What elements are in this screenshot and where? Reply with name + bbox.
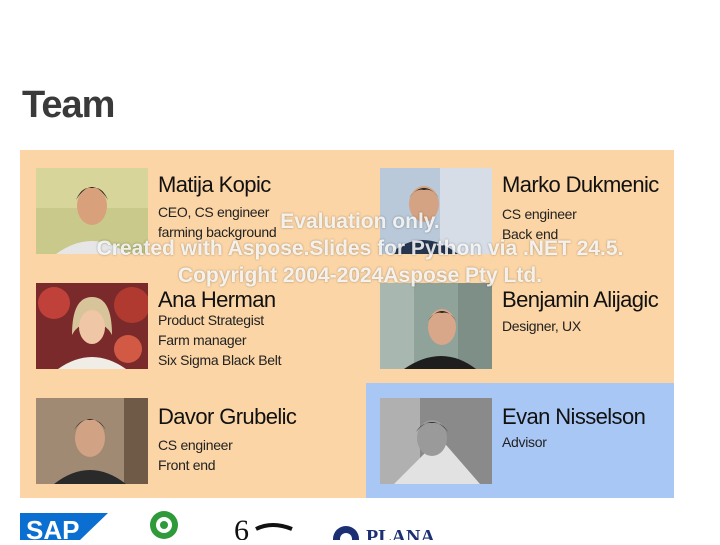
person-photo: [36, 398, 148, 484]
person-photo: [36, 283, 148, 369]
member-name: Benjamin Alijagic: [502, 287, 659, 312]
green-leaf-logo-icon: [150, 511, 178, 539]
sap-logo-text: SAP: [26, 515, 79, 540]
person-photo-icon: [36, 398, 148, 484]
person-photo: [380, 398, 492, 484]
page-title: Team: [22, 84, 115, 126]
person-photo-icon: [380, 398, 492, 484]
member-roles: CS engineer Front end: [158, 435, 233, 475]
member-name: Davor Grubelic: [158, 404, 297, 429]
person-photo: [380, 168, 492, 254]
member-role: CS engineer: [502, 206, 577, 222]
member-role: farming background: [158, 224, 277, 240]
person-photo: [36, 168, 148, 254]
member-role: Farm manager: [158, 332, 247, 348]
member-role: Front end: [158, 457, 216, 473]
six-logo-icon: 6: [234, 514, 293, 545]
partner-logos: SAP 6 PLANA: [0, 505, 720, 545]
member-roles: CEO, CS engineer farming background: [158, 202, 277, 242]
person-photo-icon: [36, 168, 148, 254]
member-roles: Advisor: [502, 432, 547, 452]
sap-logo-icon: SAP: [20, 513, 108, 545]
plana-logo-icon: PLANA: [333, 526, 435, 545]
member-roles: CS engineer Back end: [502, 204, 577, 244]
six-logo-text: 6: [234, 515, 249, 540]
plana-logo: PLANA: [332, 525, 460, 545]
person-photo: [380, 283, 492, 369]
member-name: Marko Dukmenic: [502, 172, 659, 197]
person-photo-icon: [380, 283, 492, 369]
plana-logo-text: PLANA: [366, 526, 435, 540]
member-role: CEO, CS engineer: [158, 204, 270, 220]
member-roles: Product Strategist Farm manager Six Sigm…: [158, 310, 281, 370]
member-name: Matija Kopic: [158, 172, 271, 197]
member-name: Evan Nisselson: [502, 404, 646, 429]
sap-logo: SAP: [20, 513, 108, 545]
member-role: Back end: [502, 226, 558, 242]
person-photo-icon: [36, 283, 148, 369]
member-role: Six Sigma Black Belt: [158, 352, 282, 368]
member-role: Advisor: [502, 434, 547, 450]
member-role: Product Strategist: [158, 312, 264, 328]
member-role: CS engineer: [158, 437, 233, 453]
member-role: Designer, UX: [502, 318, 581, 334]
six-logo: 6: [232, 514, 296, 545]
member-roles: Designer, UX: [502, 316, 581, 336]
person-photo-icon: [380, 168, 492, 254]
